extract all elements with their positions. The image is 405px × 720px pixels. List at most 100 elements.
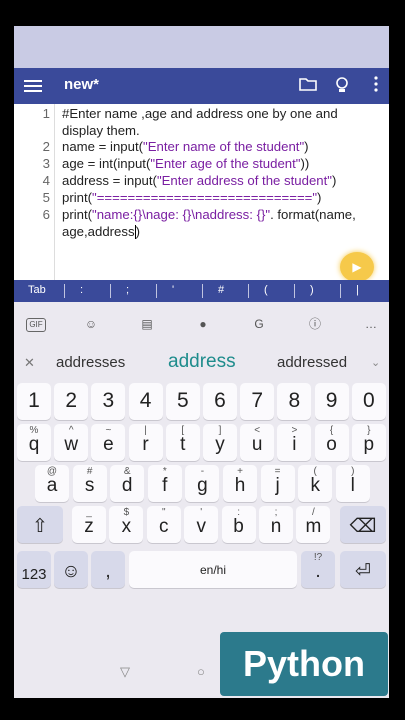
key-s[interactable]: # s [72, 465, 107, 502]
bulb-icon[interactable] [332, 76, 352, 96]
key-a[interactable]: @ a [35, 465, 69, 502]
translate-icon[interactable]: G [250, 315, 268, 333]
key-p[interactable]: } p [351, 424, 386, 461]
more-vert-icon[interactable] [366, 76, 386, 96]
symbol-key[interactable]: ) [310, 284, 314, 296]
menu-icon[interactable] [24, 77, 42, 95]
code-line: age = int(input("Enter age of the studen… [62, 156, 387, 173]
enter-key[interactable]: ⏎ [340, 551, 386, 588]
key-x[interactable]: $ x [109, 506, 144, 543]
key-label: w [64, 434, 79, 455]
key-h[interactable]: + h [223, 465, 257, 502]
key-k[interactable]: (k [298, 465, 333, 502]
key-f[interactable]: * f [147, 465, 182, 502]
phone-screen: new* 123456 #Enter name ,age and address… [14, 26, 389, 698]
key-r[interactable]: | r [128, 424, 163, 461]
emoji-key[interactable]: ☺ [54, 551, 88, 588]
code-token: age = int(input( [62, 156, 151, 171]
key-0[interactable]: 0 [351, 383, 386, 420]
key-8[interactable]: 8 [277, 383, 312, 420]
space-key[interactable]: en/hi [129, 551, 297, 588]
symbol-key[interactable]: ( [264, 284, 268, 296]
key-9[interactable]: 9 [314, 383, 349, 420]
shift-key[interactable]: ⇧ [17, 506, 63, 543]
chevron-down-icon[interactable]: ⌄ [371, 356, 380, 369]
comma-key[interactable]: , [91, 551, 125, 588]
symbol-key[interactable]: Tab [28, 284, 46, 296]
code-token: "name:{}\nage: {}\naddress: {}" [92, 207, 271, 222]
key-3[interactable]: 3 [91, 383, 126, 420]
key-l[interactable]: ) l [335, 465, 370, 502]
line-number: 4 [42, 173, 50, 188]
key-4[interactable]: 4 [128, 383, 163, 420]
key-u[interactable]: < u [240, 424, 275, 461]
home-nav-icon[interactable]: ○ [197, 664, 205, 679]
code-token: print( [62, 190, 93, 205]
suggestion-left[interactable]: addresses [56, 354, 125, 371]
key-z[interactable]: _ z [72, 506, 106, 543]
key-n[interactable]: ; n [259, 506, 293, 543]
collapse-icon[interactable]: ✕ [24, 355, 35, 371]
key-i[interactable]: > i [277, 424, 312, 461]
key-2[interactable]: 2 [54, 383, 89, 420]
key-c[interactable]: " c [146, 506, 181, 543]
key-t[interactable]: [t [165, 424, 200, 461]
more-icon[interactable]: … [362, 315, 380, 333]
back-nav-icon[interactable]: ▽ [120, 664, 130, 680]
key-o[interactable]: {o [314, 424, 349, 461]
key-y[interactable]: ] y [203, 424, 237, 461]
suggestion-middle[interactable]: address [168, 351, 236, 373]
mic-icon[interactable]: ● [194, 315, 212, 333]
info-icon[interactable]: ⓘ [306, 315, 324, 333]
period-key[interactable]: .!? [301, 551, 335, 588]
key-7[interactable]: 7 [240, 383, 275, 420]
key-label: , [105, 561, 111, 582]
code-editor[interactable]: 1 2 3 4 5 6 #Enter name ,age and address one … [14, 104, 389, 280]
code-token: name = input( [62, 139, 144, 154]
key-label: f [162, 475, 168, 496]
key-1[interactable]: 1 [17, 383, 51, 420]
key-g[interactable]: -g [185, 465, 220, 502]
key-q[interactable]: % q [17, 424, 51, 461]
symbol-key[interactable]: | [356, 284, 359, 296]
key-v[interactable]: ' v [184, 506, 219, 543]
suggestion-right[interactable]: addressed [277, 354, 347, 371]
key-label: o [326, 434, 337, 455]
key-e[interactable]: ~ e [91, 424, 126, 461]
symbol-key[interactable]: : [80, 284, 83, 296]
code-token: ) [317, 190, 322, 205]
python-badge: Python [220, 632, 388, 696]
key-w[interactable]: ^ w [54, 424, 89, 461]
symbol-key[interactable]: ; [126, 284, 129, 296]
key-label: z [84, 516, 94, 537]
symbol-key[interactable]: # [218, 284, 224, 296]
key-j[interactable]: = j [260, 465, 295, 502]
symbol-key[interactable]: ' [172, 284, 174, 296]
sticker-icon[interactable]: ☺ [82, 315, 100, 333]
key-5[interactable]: 5 [165, 383, 200, 420]
divider [248, 284, 249, 298]
key-label: r [142, 434, 149, 455]
key-label: . [315, 561, 321, 582]
key-d[interactable]: & d [110, 465, 145, 502]
key-label: v [196, 516, 206, 537]
app-bar: new* [14, 68, 389, 104]
code-token: "============================" [92, 190, 318, 205]
divider [202, 284, 203, 298]
divider [64, 284, 65, 298]
key-label: 0 [362, 389, 375, 412]
gif-icon[interactable]: GIF [26, 318, 46, 332]
key-label: a [46, 475, 58, 496]
key-label: ⏎ [355, 561, 371, 582]
symbols-key[interactable]: 123 [17, 551, 51, 588]
folder-icon[interactable] [298, 76, 318, 96]
key-label: k [310, 475, 320, 496]
key-label: 1 [28, 389, 40, 412]
run-button[interactable]: ▶ [340, 252, 374, 282]
backspace-key[interactable]: ⌫ [340, 506, 386, 543]
key-label: 123 [21, 566, 47, 583]
key-b[interactable]: :b [221, 506, 256, 543]
clipboard-icon[interactable]: ▤ [138, 315, 156, 333]
key-m[interactable]: / m [296, 506, 331, 543]
key-6[interactable]: 6 [203, 383, 237, 420]
